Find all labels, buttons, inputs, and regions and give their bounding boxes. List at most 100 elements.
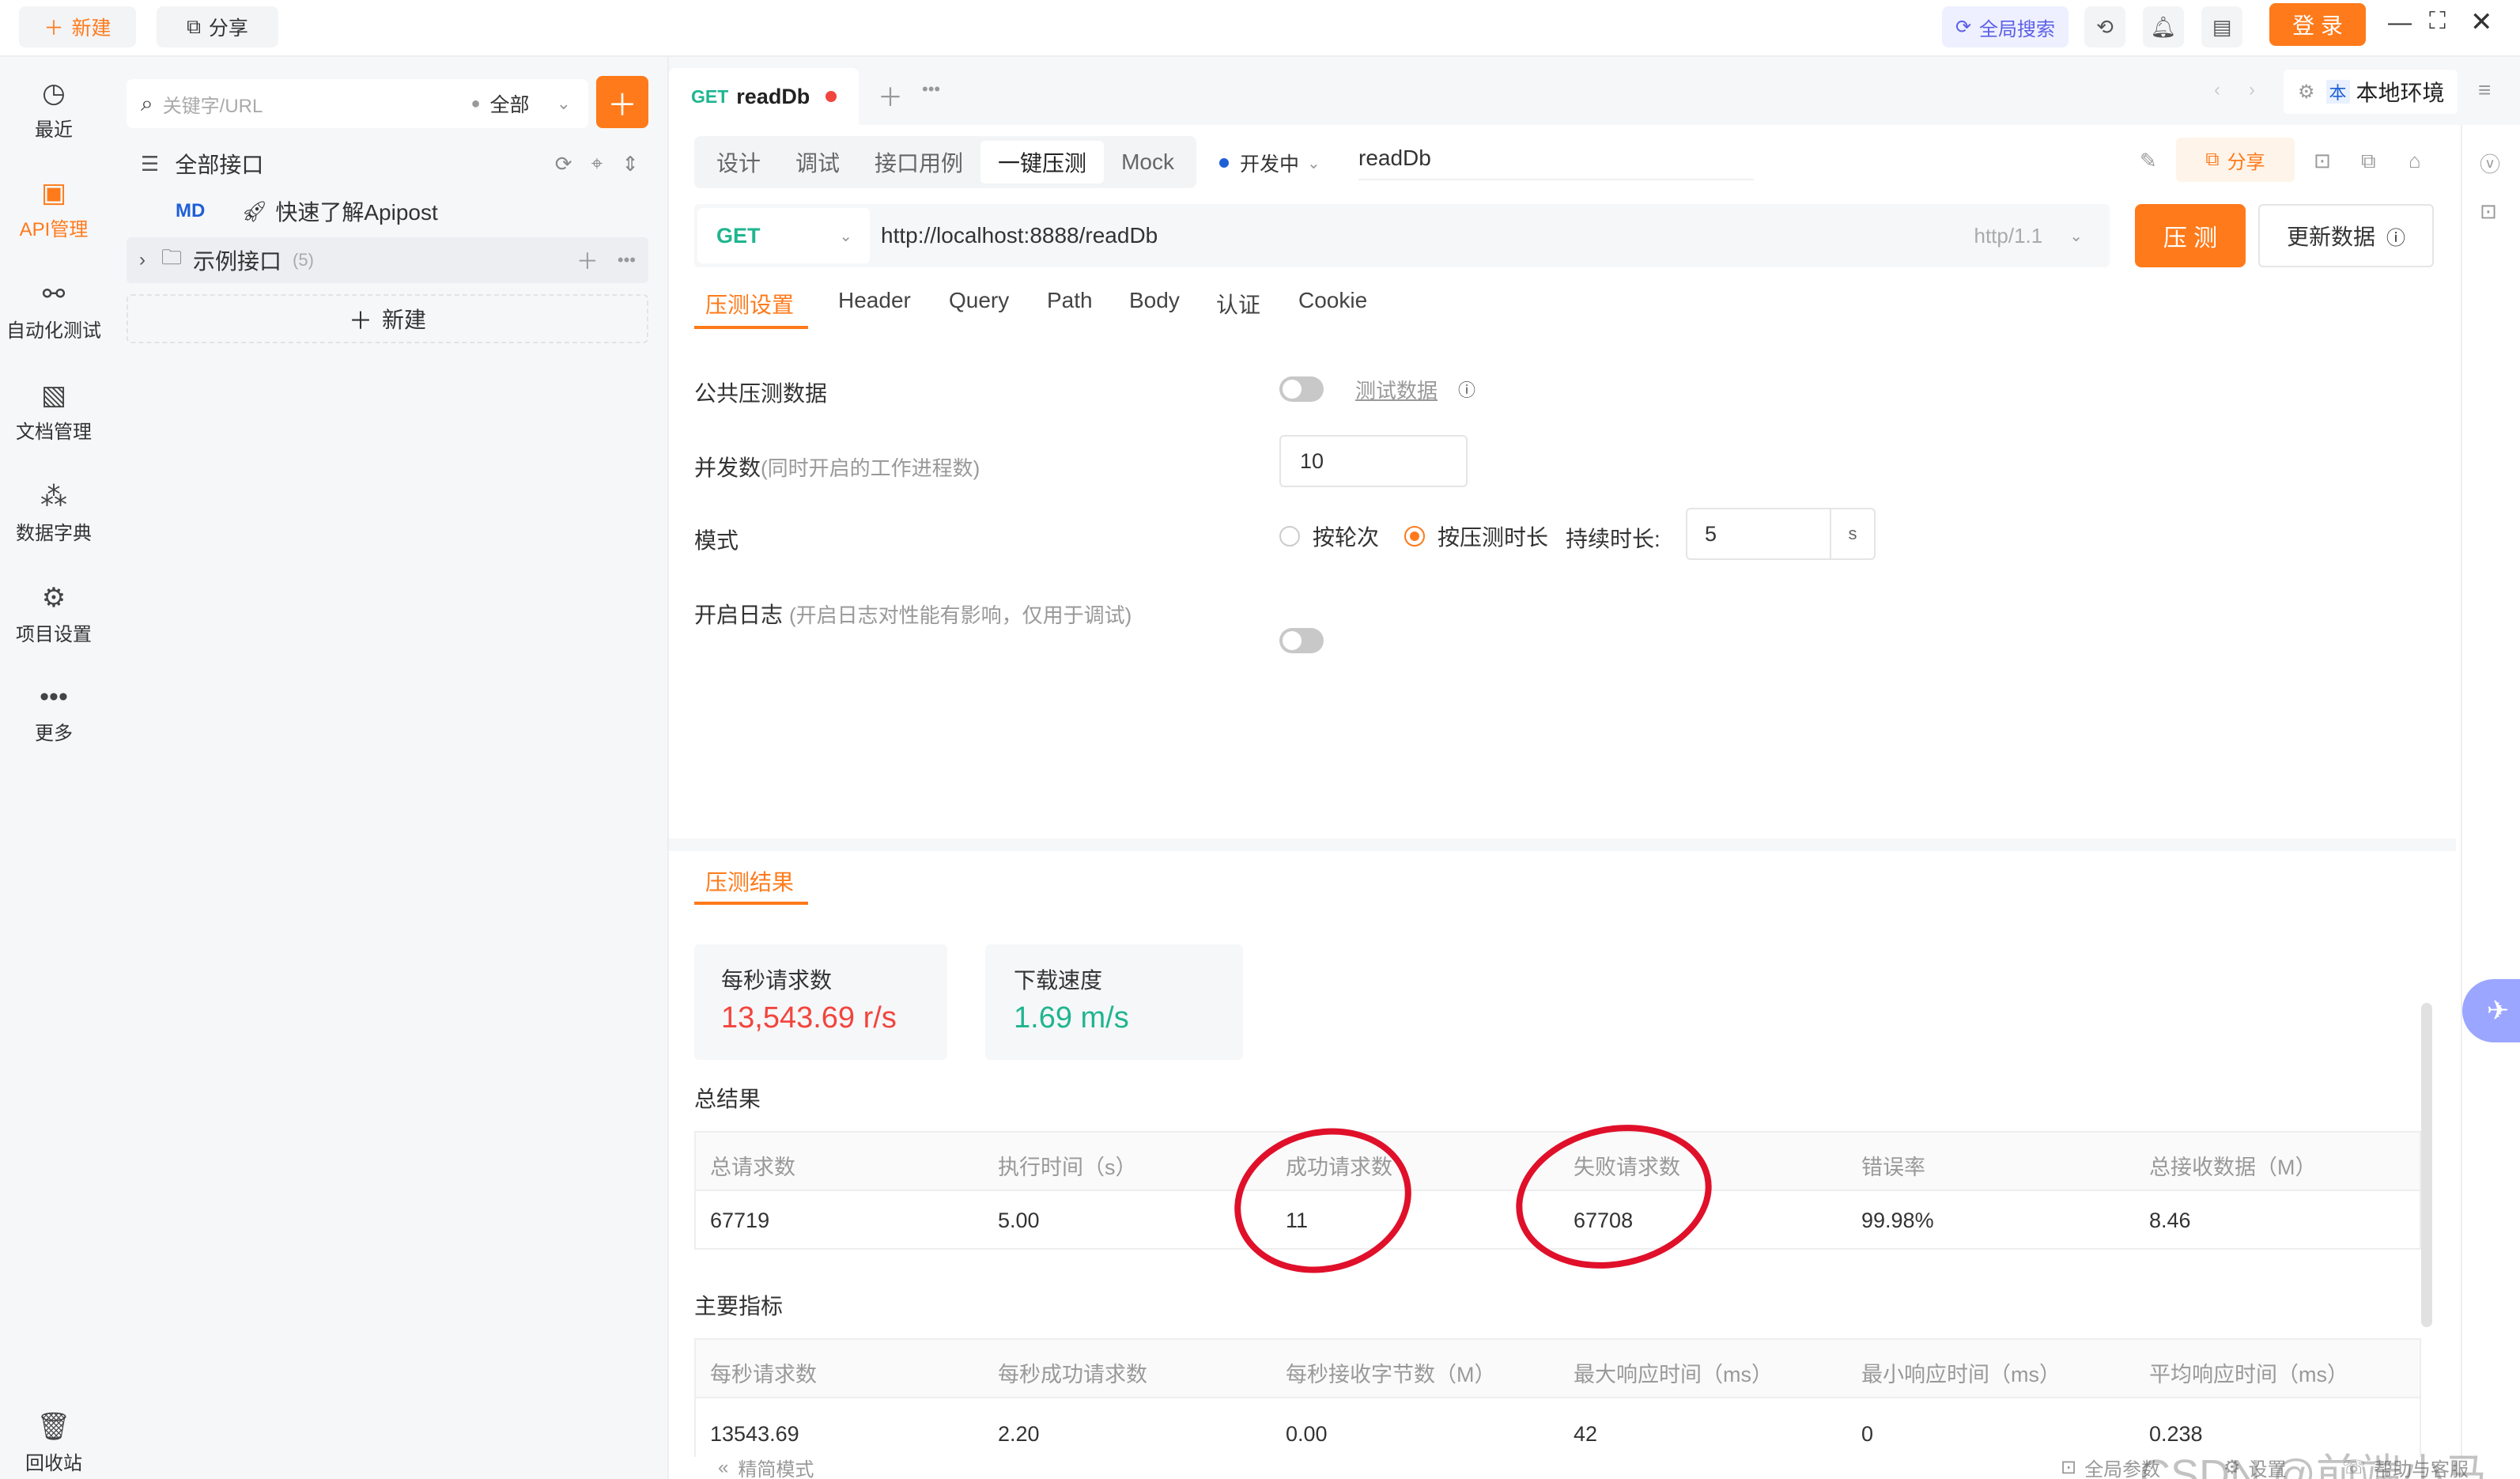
nav-recent[interactable]: ◷ 最近: [0, 78, 108, 142]
subtab-query[interactable]: Query: [949, 288, 1009, 313]
close-icon[interactable]: ✕: [2470, 6, 2493, 38]
nav-api-management[interactable]: ▣ API管理: [0, 177, 108, 241]
share-api-button[interactable]: ⧉ 分享: [2176, 138, 2295, 182]
share-button[interactable]: ⧉ 分享: [157, 6, 278, 47]
minimize-icon[interactable]: —: [2388, 9, 2412, 36]
nav-more[interactable]: ••• 更多: [0, 682, 108, 745]
rail-snippet-icon[interactable]: ⊡: [2480, 199, 2497, 224]
protocol-select[interactable]: http/1.1: [1974, 224, 2043, 248]
env-selector[interactable]: ⚙ 本 本地环境: [2284, 70, 2458, 114]
summary-header-cell: 执行时间（s）: [998, 1156, 1137, 1179]
unsaved-dot: [826, 91, 837, 102]
results-tab[interactable]: 压测结果: [705, 865, 794, 897]
run-load-test-button[interactable]: 压 测: [2135, 204, 2246, 267]
nav-automation[interactable]: ⚯ 自动化测试: [0, 278, 108, 342]
maximize-icon[interactable]: ⛶: [2429, 8, 2446, 35]
metrics-header-cell: 平均响应时间（ms）: [2149, 1363, 2348, 1386]
doc-tab-readdb[interactable]: GET readDb: [669, 68, 859, 125]
public-data-toggle[interactable]: [1279, 376, 1324, 402]
tree-search[interactable]: ⌕ 关键字/URL ● 全部 ⌄: [127, 79, 588, 128]
subtab-cookie[interactable]: Cookie: [1298, 288, 1367, 313]
more-icon[interactable]: •••: [618, 250, 636, 270]
global-search-button[interactable]: ⟳ 全局搜索: [1942, 6, 2069, 47]
nav-trash[interactable]: 🗑︎ 回收站: [0, 1411, 108, 1475]
document-icon: ▧: [40, 380, 67, 410]
subtab-body[interactable]: Body: [1129, 288, 1180, 313]
search-input[interactable]: 关键字/URL: [163, 90, 263, 118]
mode-radio-rounds[interactable]: 按轮次: [1279, 520, 1379, 552]
summary-header-cell: 错误率: [1861, 1156, 1925, 1179]
section-divider: [669, 838, 2456, 851]
tab-prev-icon[interactable]: ‹: [2214, 79, 2220, 101]
nav-documents[interactable]: ▧ 文档管理: [0, 380, 108, 444]
duration-label: 持续时长:: [1566, 527, 1660, 551]
nav-dictionary[interactable]: ⁂ 数据字典: [0, 481, 108, 545]
settings-subtabs: 压测设置 Header Query Path Body 认证 Cookie: [694, 288, 1833, 332]
duration-input[interactable]: 5 s: [1686, 508, 1876, 560]
more-icon: •••: [40, 682, 68, 712]
status-select[interactable]: 开发中 ⌄: [1219, 149, 1320, 177]
api-name-input[interactable]: readDb: [1358, 146, 1754, 180]
add-tab-icon[interactable]: ＋: [878, 78, 903, 114]
subtab-auth[interactable]: 认证: [1216, 288, 1260, 320]
subtab-path[interactable]: Path: [1047, 288, 1093, 313]
tab-load-test[interactable]: 一键压测: [980, 141, 1105, 183]
menu-icon[interactable]: ≡: [2478, 78, 2491, 103]
chevron-down-icon: ⌄: [2069, 227, 2083, 245]
log-toggle[interactable]: [1279, 628, 1324, 653]
expand-collapse-icon[interactable]: ⇕: [621, 152, 639, 176]
public-data-label: 公共压测数据: [694, 381, 828, 406]
tree-new-button[interactable]: ＋ 新建: [127, 294, 648, 343]
format-icon[interactable]: ✎: [2140, 149, 2157, 173]
summary-cell: 8.46: [2149, 1209, 2191, 1232]
method-select[interactable]: GET ⌄: [697, 208, 870, 263]
filter-select[interactable]: 全部: [490, 89, 530, 118]
rps-card: 每秒请求数 13,543.69 r/s: [694, 944, 947, 1060]
login-button[interactable]: 登 录: [2269, 3, 2366, 46]
mode-radio-duration[interactable]: 按压测时长: [1404, 520, 1548, 552]
add-button[interactable]: ＋: [596, 76, 648, 128]
concurrency-input[interactable]: 10: [1279, 435, 1468, 487]
update-data-button[interactable]: 更新数据 ⓘ: [2258, 204, 2434, 267]
results-scrollbar[interactable]: [2421, 1003, 2432, 1327]
dictionary-icon: ⁂: [40, 482, 67, 512]
tree-quick-start[interactable]: MD 🚀︎ 快速了解Apipost: [127, 188, 648, 234]
tab-more-icon[interactable]: •••: [922, 79, 940, 100]
plus-icon: ＋: [43, 17, 64, 40]
tab-test-cases[interactable]: 接口用例: [857, 141, 980, 183]
tab-debug[interactable]: 调试: [778, 141, 857, 183]
plus-icon: ＋: [606, 89, 637, 123]
mode-label: 模式: [694, 528, 739, 553]
url-input[interactable]: http://localhost:8888/readDb: [881, 223, 1158, 248]
bell-icon[interactable]: 🔔︎: [2143, 6, 2184, 47]
metrics-cell: 0.00: [1286, 1422, 1328, 1446]
csdn-watermark: CSDN @前端小马: [2140, 1451, 2487, 1479]
lock-icon[interactable]: ⊡: [2314, 149, 2331, 173]
tree-example-folder[interactable]: › 🗀 示例接口 (5) ＋ •••: [127, 237, 648, 283]
refresh-icon[interactable]: ⟳: [555, 152, 572, 176]
notes-icon[interactable]: ▤: [2201, 6, 2242, 47]
tree-all-apis[interactable]: ☰ 全部接口 ⟳ ⌖ ⇕: [127, 141, 648, 187]
assistant-float-button[interactable]: ✈: [2462, 979, 2520, 1042]
save-icon[interactable]: ⌂: [2409, 149, 2421, 173]
locate-icon[interactable]: ⌖: [591, 151, 603, 176]
test-data-link[interactable]: 测试数据: [1355, 375, 1438, 404]
subtab-load-settings[interactable]: 压测设置: [705, 288, 794, 320]
metrics-header-cell: 最小响应时间（ms）: [1861, 1363, 2061, 1386]
chevron-down-icon: ⌄: [1307, 154, 1320, 172]
simple-mode-button[interactable]: « 精简模式: [718, 1454, 814, 1479]
tab-next-icon[interactable]: ›: [2249, 79, 2255, 101]
metrics-header-cell: 最大响应时间（ms）: [1574, 1363, 1773, 1386]
metrics-header-cell: 每秒接收字节数（M）: [1286, 1363, 1496, 1386]
rail-code-icon[interactable]: ⓥ: [2480, 149, 2500, 178]
tab-design[interactable]: 设计: [699, 141, 778, 183]
plus-icon[interactable]: ＋: [576, 244, 599, 276]
sync-icon[interactable]: ⟲: [2084, 6, 2125, 47]
api-icon: ▣: [40, 178, 67, 208]
tab-mock[interactable]: Mock: [1104, 141, 1192, 183]
copy-icon[interactable]: ⧉: [2361, 149, 2376, 174]
nav-project-settings[interactable]: ⚙ 项目设置: [0, 582, 108, 646]
share-icon: ⧉: [2205, 149, 2220, 170]
subtab-header[interactable]: Header: [838, 288, 911, 313]
new-button[interactable]: ＋ 新建: [19, 6, 136, 47]
